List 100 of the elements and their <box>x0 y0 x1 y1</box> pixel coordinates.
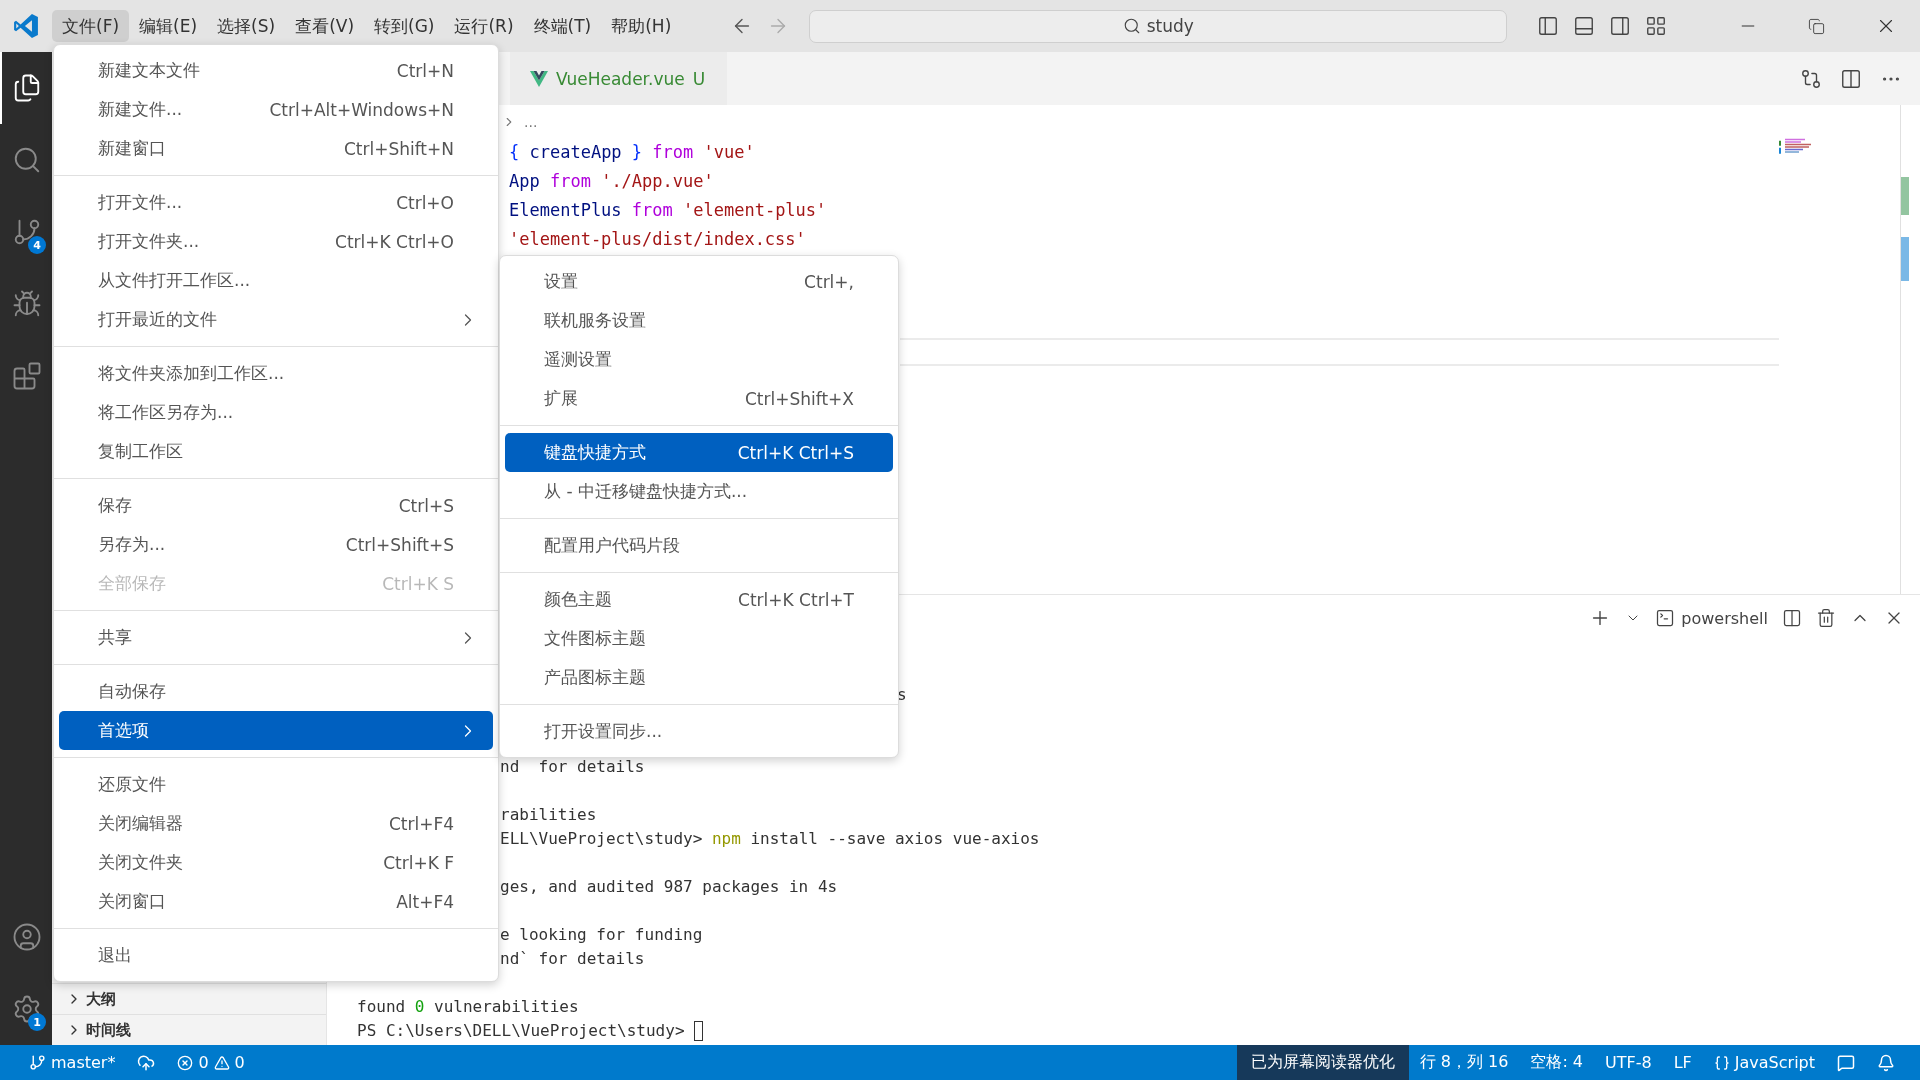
activity-bar-item[interactable]: 1 <box>0 973 52 1045</box>
menu-item[interactable]: 遥测设置 <box>505 340 893 379</box>
change-marker <box>1901 237 1909 281</box>
terminal-line: PS C:\Users\DELL\VueProject\study> <box>357 1020 686 1042</box>
menu-bar-item[interactable]: 查看(V) <box>285 10 365 42</box>
terminal-line: found 0 vulnerabilities <box>357 996 579 1018</box>
menu-bar-item[interactable]: 选择(S) <box>207 10 286 42</box>
menu-item[interactable]: 首选项 <box>59 711 493 750</box>
menu-item[interactable]: 复制工作区 <box>59 432 493 471</box>
menu-bar-item[interactable]: 终端(T) <box>523 10 602 42</box>
branch-icon <box>12 217 42 247</box>
restore-icon[interactable] <box>1808 17 1825 35</box>
branch-status[interactable]: master* <box>18 1045 127 1080</box>
shortcut-label: Alt+F4 <box>396 891 454 912</box>
menu-item[interactable]: 自动保存 <box>59 672 493 711</box>
menu-item[interactable]: 从 - 中迁移键盘快捷方式... <box>505 472 893 511</box>
status-item[interactable]: UTF-8 <box>1594 1045 1663 1080</box>
menu-bar-item[interactable]: 文件(F) <box>52 10 130 42</box>
menu-bar-item[interactable]: 帮助(H) <box>601 10 682 42</box>
menu-item[interactable]: 设置 Ctrl+, <box>505 262 893 301</box>
tab-title: VueHeader.vue <box>556 68 685 89</box>
menu-item[interactable]: 配置用户代码片段 <box>505 526 893 565</box>
menu-item[interactable]: 另存为... Ctrl+Shift+S <box>59 525 493 564</box>
files-icon <box>12 73 42 103</box>
error-icon <box>177 1054 194 1071</box>
status-item[interactable]: 空格: 4 <box>1519 1045 1595 1080</box>
terminal-icon <box>1655 608 1676 628</box>
menu-item[interactable]: 文件图标主题 <box>505 619 893 658</box>
shortcut-label: Ctrl+K F <box>383 852 454 873</box>
menu-item[interactable]: 扩展 Ctrl+Shift+X <box>505 379 893 418</box>
menu-item[interactable]: 关闭文件夹 Ctrl+K F <box>59 843 493 882</box>
editor-tab[interactable]: VueHeader.vue U <box>510 52 728 105</box>
menu-item[interactable]: 颜色主题 Ctrl+K Ctrl+T <box>505 580 893 619</box>
error-count: 0 <box>198 1053 209 1072</box>
menu-item[interactable]: 新建窗口 Ctrl+Shift+N <box>59 129 493 168</box>
menu-item[interactable]: 从文件打开工作区... <box>59 261 493 300</box>
menu-item[interactable]: 新建文件... Ctrl+Alt+Windows+N <box>59 90 493 129</box>
bug-icon <box>12 289 42 319</box>
activity-bar-item[interactable]: 4 <box>0 196 52 268</box>
trash-icon[interactable] <box>1816 608 1836 628</box>
shortcut-label: Ctrl+O <box>396 192 454 213</box>
menu-item[interactable]: 关闭编辑器 Ctrl+F4 <box>59 804 493 843</box>
terminal-line: ges, and audited 987 packages in 4s <box>500 876 838 898</box>
problems-status[interactable]: 0 0 <box>166 1045 256 1080</box>
menu-item[interactable]: 新建文本文件 Ctrl+N <box>59 51 493 90</box>
menu-item[interactable]: 产品图标主题 <box>505 658 893 697</box>
shortcut-label: Ctrl+Shift+S <box>345 534 454 555</box>
panel-bottom-icon[interactable] <box>1573 15 1596 37</box>
menu-item[interactable]: 还原文件 <box>59 765 493 804</box>
terminal-line: nd` for details <box>500 948 645 970</box>
section-title: 大纲 <box>86 989 116 1009</box>
menu-item[interactable]: 键盘快捷方式 Ctrl+K Ctrl+S <box>505 433 893 472</box>
menu-bar-item[interactable]: 编辑(E) <box>129 10 208 42</box>
status-item[interactable]: LF <box>1662 1045 1703 1080</box>
minimap-drawing <box>1779 138 1811 154</box>
command-center-search[interactable]: study <box>809 9 1508 43</box>
search-icon <box>12 145 42 175</box>
menu-item[interactable]: 联机服务设置 <box>505 301 893 340</box>
menu-item[interactable]: 共享 <box>59 618 493 657</box>
terminal-line: e looking for funding <box>500 924 703 946</box>
menu-bar-item[interactable]: 转到(G) <box>364 10 445 42</box>
terminal-selector[interactable]: powershell <box>1655 608 1768 628</box>
menu-item[interactable]: 将工作区另存为... <box>59 393 493 432</box>
layout-icon[interactable] <box>1645 15 1668 37</box>
menu-item[interactable]: 打开文件夹... Ctrl+K Ctrl+O <box>59 222 493 261</box>
split-editor-icon[interactable] <box>1840 67 1862 90</box>
menu-item[interactable]: 保存 Ctrl+S <box>59 486 493 525</box>
screen-reader-status[interactable]: 已为屏幕阅读器优化 <box>1236 1045 1409 1080</box>
menu-item[interactable]: 将文件夹添加到工作区... <box>59 354 493 393</box>
panel-right-icon[interactable] <box>1609 15 1632 37</box>
shortcut-label: Ctrl+K Ctrl+O <box>335 231 454 252</box>
menu-item[interactable]: 退出 <box>59 936 493 975</box>
shortcut-label: Ctrl+K S <box>382 573 454 594</box>
shortcut-label: Ctrl+Shift+N <box>343 138 454 159</box>
language-status[interactable]: JavaScript <box>1702 1045 1826 1080</box>
compare-icon[interactable] <box>1800 67 1822 90</box>
menu-item[interactable]: 关闭窗口 Alt+F4 <box>59 882 493 921</box>
code-line: App from './App.vue' <box>509 170 715 193</box>
split-icon[interactable] <box>1782 608 1802 628</box>
breadcrumb[interactable]: ... <box>524 114 538 130</box>
git-status: U <box>692 68 706 89</box>
panel-left-icon[interactable] <box>1537 15 1560 37</box>
account-icon <box>12 922 42 952</box>
shortcut-label: Ctrl+Shift+X <box>744 388 854 409</box>
status-item[interactable]: 行 8，列 16 <box>1408 1045 1520 1080</box>
count-badge: 1 <box>28 1013 46 1031</box>
section-header[interactable]: 大纲 <box>52 983 326 1014</box>
change-marker <box>1901 177 1909 215</box>
menu-item[interactable]: 打开最近的文件 <box>59 300 493 339</box>
menu-item[interactable]: 打开设置同步... <box>505 712 893 751</box>
search-icon <box>1122 17 1141 35</box>
cloud-icon <box>137 1053 156 1072</box>
menu-bar-item[interactable]: 运行(R) <box>444 10 524 42</box>
menu-item[interactable]: 打开文件... Ctrl+O <box>59 183 493 222</box>
branch-icon <box>29 1054 46 1071</box>
shortcut-label: Ctrl+K Ctrl+T <box>738 589 854 610</box>
section-title: 时间线 <box>86 1020 131 1040</box>
shortcut-label: Ctrl+K Ctrl+S <box>737 442 854 463</box>
code-line: ElementPlus from 'element-plus' <box>509 199 828 222</box>
shortcut-label: Ctrl+S <box>398 495 454 516</box>
